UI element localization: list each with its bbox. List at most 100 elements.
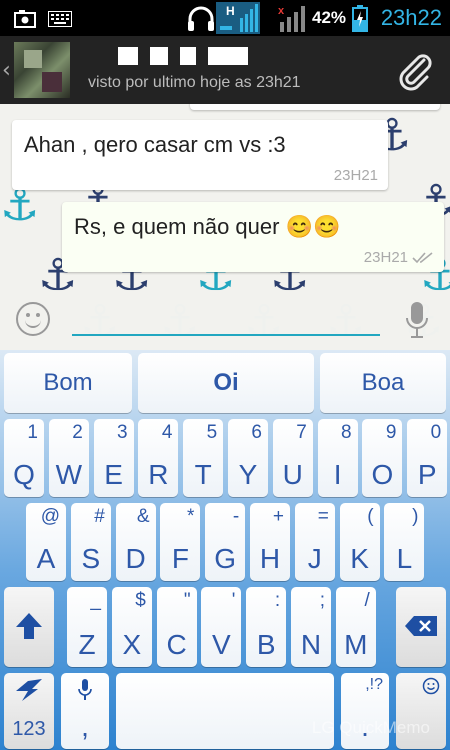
comma-label: , — [81, 711, 89, 742]
key-primary-label: G — [214, 543, 237, 574]
key-primary-label: V — [212, 629, 231, 660]
key-n[interactable]: ; N — [291, 587, 331, 667]
key-secondary-label: 8 — [341, 422, 352, 443]
key-secondary-label: - — [232, 506, 240, 527]
key-primary-label: C — [166, 629, 187, 660]
symbols-key[interactable]: 123 — [4, 673, 54, 749]
key-l[interactable]: ) L — [384, 503, 425, 581]
clock: 23h22 — [380, 5, 442, 30]
key-secondary-label: = — [317, 506, 329, 527]
key-secondary-label: ( — [367, 506, 374, 527]
key-v[interactable]: ' V — [201, 587, 242, 667]
key-u[interactable]: 7U — [272, 419, 313, 497]
key-o[interactable]: 9O — [362, 419, 403, 497]
backspace-key[interactable] — [396, 587, 446, 667]
quickmemo-watermark: LG QuickMemo — [311, 718, 430, 737]
key-primary-label: U — [282, 459, 303, 490]
key-m[interactable]: / M — [335, 587, 376, 667]
key-primary-label: P — [417, 459, 437, 490]
key-secondary-label: * — [186, 506, 195, 527]
message-bubble-outgoing[interactable]: Rs, e quem não quer 😊😊 23H21 — [62, 202, 444, 272]
message-bubble-partial[interactable] — [190, 104, 440, 110]
battery-charging-icon — [352, 5, 368, 32]
key-secondary-label: ' — [231, 590, 236, 611]
key-secondary-label: 3 — [117, 422, 128, 443]
key-f[interactable]: * F — [160, 503, 201, 581]
smiley-icon — [422, 677, 440, 695]
key-x[interactable]: $ X — [111, 587, 152, 667]
key-q[interactable]: 1Q — [4, 419, 44, 497]
key-b[interactable]: :B — [246, 587, 287, 667]
emoji-icon[interactable] — [16, 302, 50, 336]
key-primary-label: M — [344, 629, 368, 660]
back-chevron-icon[interactable]: ‹ — [2, 58, 11, 83]
attach-paperclip-icon[interactable] — [394, 50, 436, 92]
key-secondary-label: _ — [90, 590, 101, 611]
key-c[interactable]: " C — [156, 587, 197, 667]
key-primary-label: F — [171, 543, 189, 574]
key-primary-label: J — [307, 543, 322, 574]
suggestion-boa[interactable]: Boa — [320, 353, 446, 413]
key-primary-label: L — [396, 543, 413, 574]
key-primary-label: H — [259, 543, 281, 574]
key-secondary-label: 0 — [430, 422, 442, 443]
key-primary-label: S — [81, 543, 101, 574]
key-j[interactable]: = J — [294, 503, 335, 581]
key-z[interactable]: _ Z — [67, 587, 107, 667]
status-bar: H x 42% 23h22 — [0, 0, 450, 36]
key-secondary-label: / — [364, 590, 370, 611]
key-secondary-label: : — [274, 590, 281, 611]
key-a[interactable]: @ A — [26, 503, 66, 581]
key-primary-label: W — [55, 459, 83, 490]
suggestion-oi[interactable]: Oi — [138, 353, 314, 413]
contact-name-redacted[interactable] — [118, 47, 278, 67]
key-secondary-label: ) — [412, 506, 419, 527]
key-i[interactable]: 8I — [317, 419, 358, 497]
key-r[interactable]: 4R — [138, 419, 179, 497]
suggestion-bom[interactable]: Bom — [4, 353, 132, 413]
key-secondary-label: # — [94, 506, 105, 527]
chat-header: ‹ visto por ultimo hoje as 23h21 — [0, 36, 450, 104]
message-input[interactable] — [72, 300, 380, 336]
svg-text:H: H — [226, 4, 235, 18]
key-primary-label: R — [148, 459, 169, 490]
key-secondary-label: @ — [40, 506, 60, 527]
key-h[interactable]: + H — [250, 503, 290, 581]
comma-key[interactable]: , — [61, 673, 109, 749]
key-secondary-label: 6 — [251, 422, 262, 443]
punctuation-label: ,!? — [365, 676, 383, 693]
message-text: Rs, e quem não quer 😊😊 — [74, 214, 341, 239]
key-s[interactable]: # S — [70, 503, 111, 581]
microphone-icon[interactable] — [404, 300, 430, 340]
key-secondary-label: 7 — [296, 422, 307, 443]
message-time: 23H21 — [363, 249, 408, 266]
key-primary-label: D — [125, 543, 146, 574]
key-secondary-label: ; — [319, 590, 325, 611]
key-secondary-label: & — [136, 506, 150, 527]
key-y[interactable]: 6Y — [228, 419, 268, 497]
data-h-icon: H — [216, 2, 260, 34]
svg-text:x: x — [278, 5, 285, 17]
space-key[interactable] — [116, 673, 334, 749]
key-e[interactable]: 3E — [93, 419, 134, 497]
key-p[interactable]: 0P — [407, 419, 448, 497]
key-g[interactable]: -G — [205, 503, 246, 581]
key-secondary-label: + — [272, 506, 284, 527]
message-time: 23H21 — [333, 167, 378, 184]
last-seen-status: visto por ultimo hoje as 23h21 — [88, 74, 301, 91]
keyboard: Bom Oi Boa 1Q2W3E4R5T6Y7U8I9O0P @ A # S & D * F… — [0, 350, 450, 750]
key-d[interactable]: & D — [115, 503, 156, 581]
key-primary-label: K — [350, 543, 369, 574]
key-w[interactable]: 2W — [48, 419, 89, 497]
key-primary-label: Y — [238, 459, 258, 490]
key-t[interactable]: 5T — [183, 419, 224, 497]
screenshot-icon — [14, 10, 36, 28]
avatar[interactable] — [14, 42, 70, 98]
message-bubble-incoming[interactable]: Ahan , qero casar cm vs :3 23H21 — [12, 120, 388, 190]
shift-key[interactable] — [4, 587, 54, 667]
key-k[interactable]: (K — [339, 503, 380, 581]
key-primary-label: E — [104, 459, 123, 490]
headset-icon — [188, 6, 214, 31]
backspace-icon — [405, 616, 437, 636]
key-primary-label: B — [256, 629, 276, 660]
